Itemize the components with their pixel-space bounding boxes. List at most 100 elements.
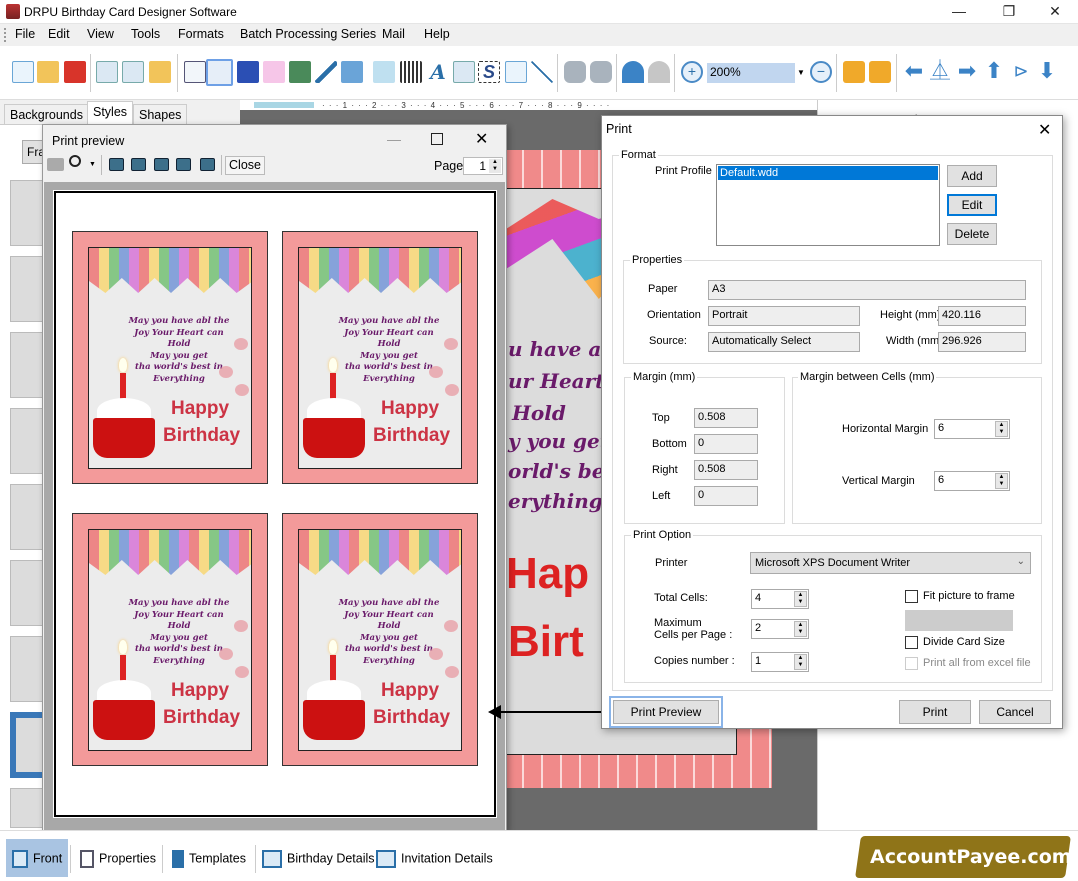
zoom-out-icon[interactable]: − [810, 61, 832, 83]
tab-templates[interactable]: Templates [166, 839, 252, 877]
menu-mail[interactable]: Mail [382, 27, 405, 41]
spinner-arrows[interactable]: ▲ ▼ [794, 654, 807, 670]
image-insert-icon[interactable] [289, 61, 311, 83]
profile-item-selected[interactable]: Default.wdd [718, 166, 938, 180]
message-line: Hold [377, 621, 401, 631]
new-icon[interactable] [12, 61, 34, 83]
menu-file[interactable]: File [15, 27, 35, 41]
tab-front[interactable]: Front [6, 839, 69, 877]
two-pages-icon[interactable] [131, 158, 146, 171]
open-icon[interactable] [37, 61, 59, 83]
print-preview-window: Print preview — ✕ ▼ Close Page 1 ▲ ▼ May … [42, 124, 507, 831]
zoom-level-input[interactable]: 200% [707, 63, 795, 83]
layers-icon[interactable] [237, 61, 259, 83]
save-icon[interactable] [96, 61, 118, 83]
flip-icon[interactable]: ⏅ [929, 61, 951, 83]
barcode-icon[interactable] [400, 61, 422, 83]
close-dialog-button[interactable]: ✕ [1038, 120, 1051, 140]
minimize-button[interactable]: — [387, 131, 401, 147]
six-pages-icon[interactable] [200, 158, 215, 171]
spinner-arrows[interactable]: ▲ ▼ [995, 421, 1008, 437]
max-cells-input[interactable]: 2 ▲ ▼ [751, 619, 809, 639]
tab-backgrounds[interactable]: Backgrounds [4, 104, 89, 124]
candle [120, 373, 126, 401]
vertical-margin-input[interactable]: 6 ▲ ▼ [934, 471, 1010, 491]
database-icon[interactable] [590, 61, 612, 83]
tab-birthday-details[interactable]: Birthday Details [256, 839, 381, 877]
page-number-input[interactable]: 1 ▲ ▼ [463, 157, 503, 175]
fit-picture-checkbox[interactable] [905, 590, 918, 603]
arrow-right-icon[interactable]: ➡ [956, 60, 978, 83]
redo-icon[interactable] [648, 61, 670, 83]
title-bar: DRPU Birthday Card Designer Software — ❐… [0, 0, 1078, 24]
zoom-in-icon[interactable]: + [681, 61, 703, 83]
line-icon[interactable] [531, 61, 553, 83]
watermark-icon[interactable] [373, 61, 395, 83]
spinner-arrows[interactable]: ▲ ▼ [794, 621, 807, 637]
shapes-icon[interactable] [341, 61, 363, 83]
properties-group-label: Properties [630, 254, 685, 266]
delete-profile-button[interactable]: Delete [947, 223, 997, 245]
minimize-button[interactable]: — [936, 0, 982, 24]
menu-edit[interactable]: Edit [48, 27, 70, 41]
bottom-margin-label: Bottom [652, 438, 687, 450]
toolbar-separator [896, 54, 897, 92]
close-preview-button[interactable]: Close [225, 156, 265, 175]
print-icon[interactable] [47, 158, 64, 171]
properties-icon[interactable] [184, 61, 206, 83]
close-file-icon[interactable] [64, 61, 86, 83]
database-import-icon[interactable] [564, 61, 586, 83]
tab-styles[interactable]: Styles [87, 101, 134, 124]
save-as-icon[interactable] [122, 61, 144, 83]
text-icon[interactable]: A [427, 61, 449, 83]
zoom-dropdown-icon[interactable]: ▼ [89, 161, 96, 168]
print-preview-button[interactable]: Print Preview [613, 700, 719, 724]
one-page-icon[interactable] [109, 158, 124, 171]
arrow-left-icon[interactable]: ⬅ [903, 60, 925, 83]
zoom-dropdown-icon[interactable]: ▼ [797, 68, 805, 77]
close-button[interactable]: ✕ [1032, 0, 1078, 24]
signature-icon[interactable]: S [478, 61, 500, 83]
spinner-arrows[interactable]: ▲ ▼ [995, 473, 1008, 489]
lock-icon[interactable] [843, 61, 865, 83]
divide-card-checkbox[interactable] [905, 636, 918, 649]
menu-formats[interactable]: Formats [178, 27, 224, 41]
arrow-up-icon[interactable]: ⬆ [983, 60, 1005, 83]
tab-shapes[interactable]: Shapes [133, 104, 188, 124]
close-window-button[interactable]: ✕ [475, 129, 488, 149]
maximize-button[interactable] [431, 133, 443, 145]
menu-help[interactable]: Help [424, 27, 450, 41]
print-button[interactable]: Print [899, 700, 971, 724]
arrow-down-icon[interactable]: ⬇ [1036, 60, 1058, 83]
menu-tools[interactable]: Tools [131, 27, 160, 41]
horizontal-margin-input[interactable]: 6 ▲ ▼ [934, 419, 1010, 439]
print-profile-list[interactable]: Default.wdd [716, 164, 940, 246]
three-pages-icon[interactable] [154, 158, 169, 171]
pen-icon[interactable] [315, 61, 337, 83]
menu-view[interactable]: View [87, 27, 114, 41]
four-pages-icon[interactable] [176, 158, 191, 171]
toolbar-separator [836, 54, 837, 92]
tab-invitation-details[interactable]: Invitation Details [370, 839, 499, 877]
text-box-icon[interactable] [453, 61, 475, 83]
open-folder-icon[interactable] [149, 61, 171, 83]
maximize-button[interactable]: ❐ [986, 0, 1032, 24]
edit-profile-button[interactable]: Edit [947, 194, 997, 216]
menu-batch-processing[interactable]: Batch Processing Series [240, 27, 376, 41]
total-cells-input[interactable]: 4 ▲ ▼ [751, 589, 809, 609]
cancel-button[interactable]: Cancel [979, 700, 1051, 724]
horizontal-margin-value: 6 [938, 422, 945, 434]
copies-input[interactable]: 1 ▲ ▼ [751, 652, 809, 672]
gift-icon[interactable] [263, 61, 285, 83]
page-spinner[interactable]: ▲ ▼ [489, 159, 501, 173]
tab-properties[interactable]: Properties [74, 839, 162, 877]
mail-icon[interactable] [505, 61, 527, 83]
undo-icon[interactable] [622, 61, 644, 83]
spinner-arrows[interactable]: ▲ ▼ [794, 591, 807, 607]
add-profile-button[interactable]: Add [947, 165, 997, 187]
printer-select[interactable]: Microsoft XPS Document Writer ⌄ [750, 552, 1031, 574]
zoom-icon[interactable] [69, 155, 81, 167]
unlock-icon[interactable] [869, 61, 891, 83]
align-icon[interactable]: ⊳ [1010, 61, 1032, 83]
print-icon[interactable] [206, 59, 233, 86]
